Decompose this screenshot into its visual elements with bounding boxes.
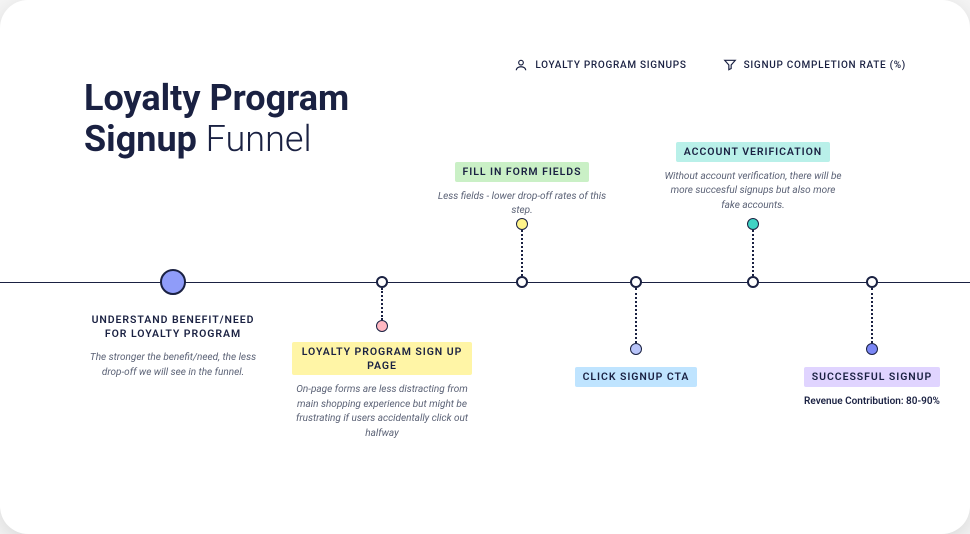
stage-successful: SUCCESSFUL SIGNUP Revenue Contribution: … [782,365,962,409]
axis-node-click-cta [630,276,642,288]
page-title: Loyalty Program Signup Funnel [84,78,349,161]
dot-click-cta [630,343,642,355]
dot-form-fields [516,218,528,230]
person-icon [514,58,528,72]
node-understand [160,269,186,295]
connector-verification [752,230,754,276]
axis-node-form-fields [516,276,528,288]
stage-click-cta: CLICK SIGNUP CTA [546,365,726,387]
title-line2-light: Funnel [197,118,312,160]
dot-successful [866,343,878,355]
legend-item-completion: SIGNUP COMPLETION RATE (%) [723,58,906,72]
dot-verification [747,218,759,230]
stage-signup-page: LOYALTY PROGRAM SIGN UP PAGE On-page for… [292,342,472,441]
stage-form-fields: FILL IN FORM FIELDS Less fields - lower … [432,160,612,219]
stage-verification: ACCOUNT VERIFICATION Without account ver… [663,140,843,213]
stage-desc: The stronger the benefit/need, the less … [83,351,263,380]
stage-label: LOYALTY PROGRAM SIGN UP PAGE [292,342,472,375]
stage-label: ACCOUNT VERIFICATION [676,142,830,162]
axis-node-signup-page [376,276,388,288]
dot-signup-page [376,320,388,332]
stage-desc: On-page forms are less distracting from … [292,383,472,441]
title-line1: Loyalty Program [84,77,349,119]
stage-understand: UNDERSTAND BENEFIT/NEED FOR LOYALTY PROG… [83,310,263,380]
connector-click-cta [635,288,637,343]
stage-label: FILL IN FORM FIELDS [455,162,590,182]
legend-label: SIGNUP COMPLETION RATE (%) [744,60,906,71]
stage-desc: Without account verification, there will… [663,170,843,214]
axis-node-verification [747,276,759,288]
title-line2-bold: Signup [84,118,197,160]
diagram-card: LOYALTY PROGRAM SIGNUPS SIGNUP COMPLETIO… [0,0,970,534]
funnel-icon [723,58,737,72]
stage-label: CLICK SIGNUP CTA [575,367,698,387]
stage-label: UNDERSTAND BENEFIT/NEED FOR LOYALTY PROG… [83,310,263,343]
legend-label: LOYALTY PROGRAM SIGNUPS [535,60,686,71]
connector-successful [871,288,873,343]
connector-form-fields [521,230,523,276]
stage-label: SUCCESSFUL SIGNUP [804,367,940,387]
stage-desc: Less fields - lower drop-off rates of th… [432,190,612,219]
axis-node-successful [866,276,878,288]
timeline-axis [0,282,970,283]
legend: LOYALTY PROGRAM SIGNUPS SIGNUP COMPLETIO… [514,58,906,72]
stage-desc: Revenue Contribution: 80-90% [782,395,962,410]
legend-item-signups: LOYALTY PROGRAM SIGNUPS [514,58,686,72]
connector-signup-page [381,288,383,320]
